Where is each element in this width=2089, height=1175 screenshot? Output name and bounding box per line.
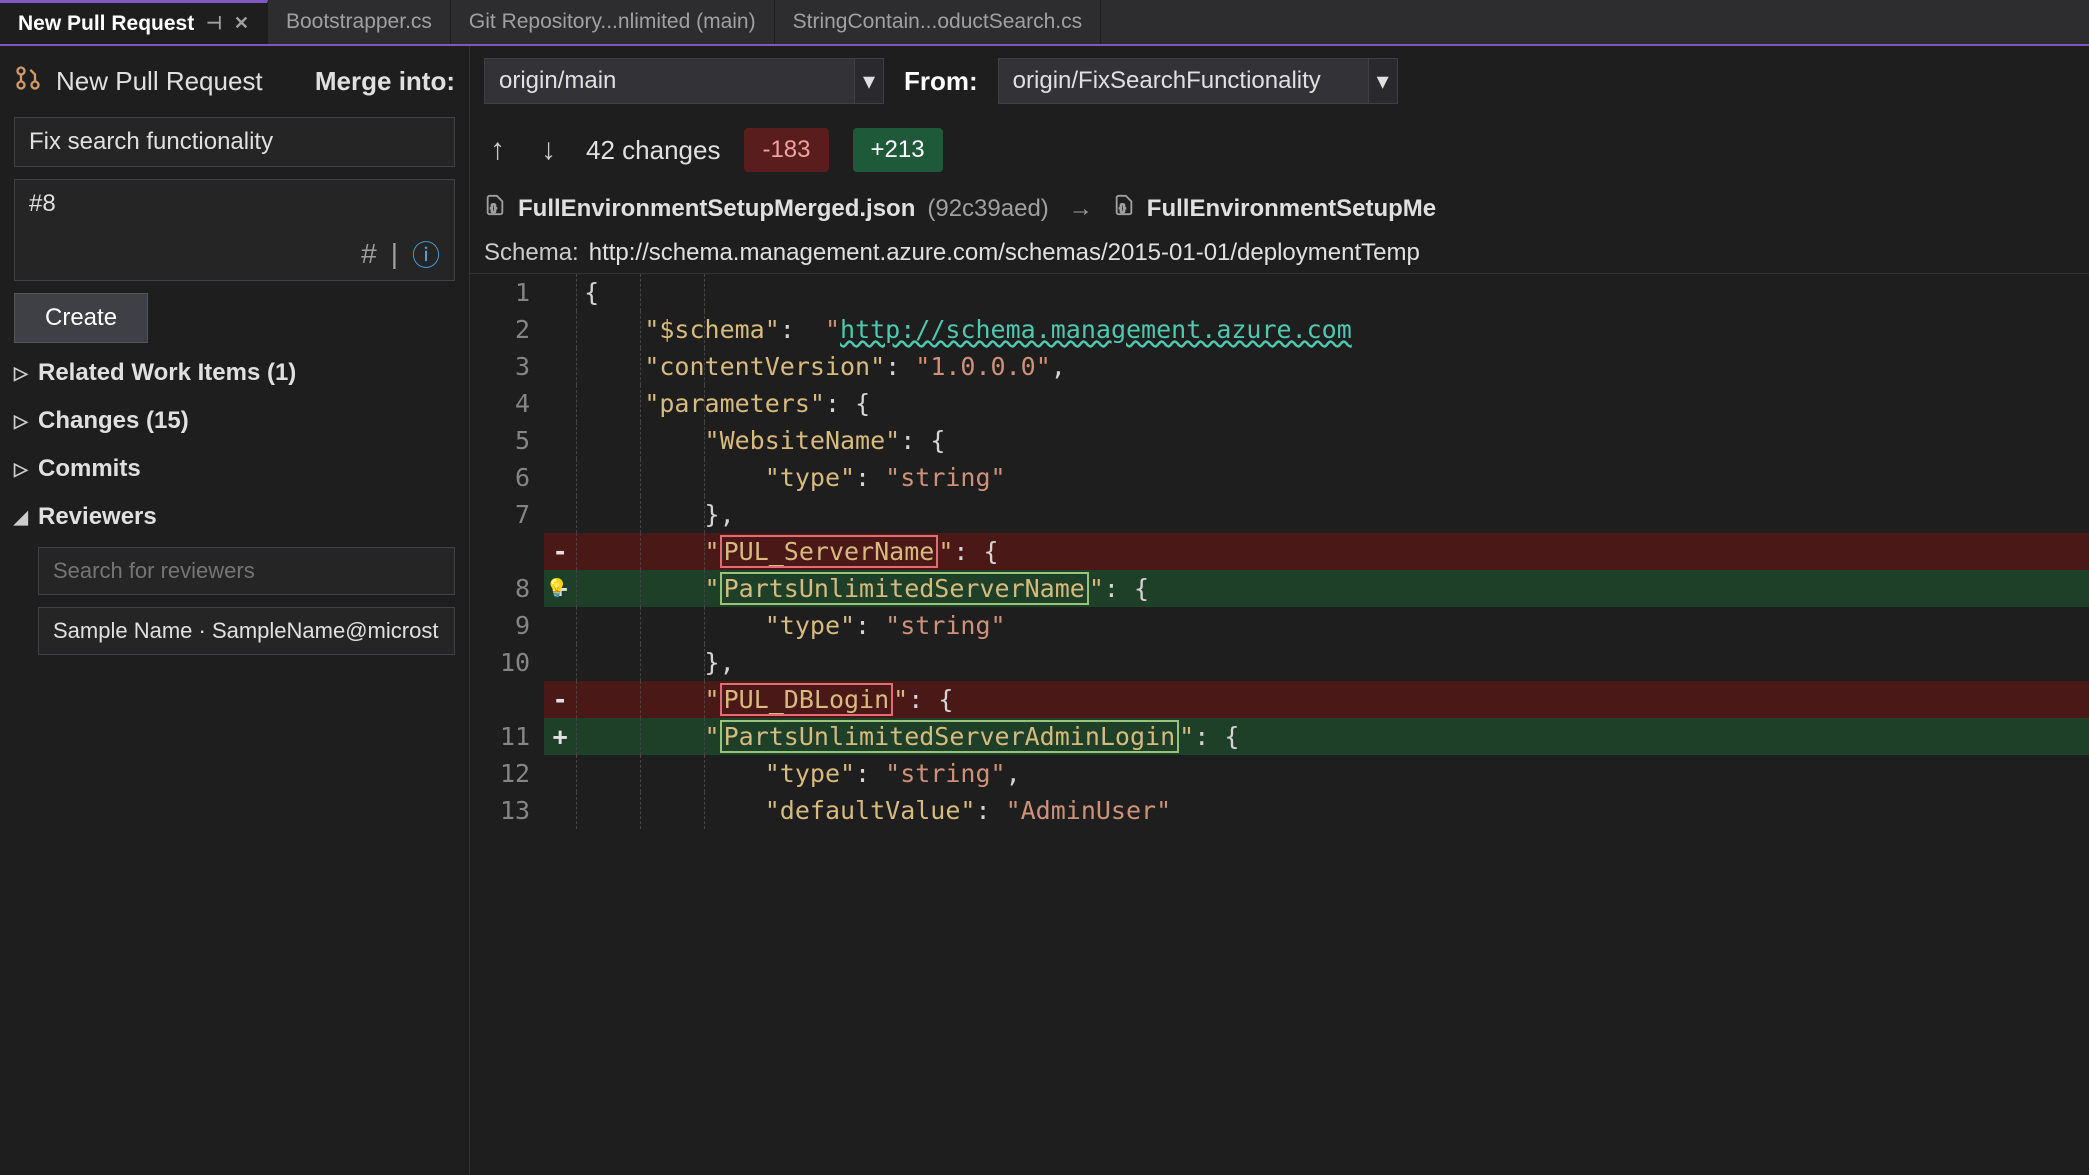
code-line[interactable]: "PUL_DBLogin": { [576, 681, 2089, 718]
section-related-work-items[interactable]: ▷ Related Work Items (1) [14, 355, 455, 391]
close-icon[interactable]: ✕ [234, 13, 249, 34]
section-label: Changes (15) [38, 407, 189, 435]
tab-stringcontain[interactable]: StringContain...oductSearch.cs [775, 0, 1102, 44]
code-line[interactable]: "defaultValue": "AdminUser" [576, 792, 2089, 829]
section-label: Reviewers [38, 503, 157, 531]
tab-label: New Pull Request [18, 12, 194, 36]
chevron-down-icon: ◢ [14, 507, 30, 528]
file-commit: (92c39aed) [927, 195, 1048, 223]
prev-change-button[interactable]: ↑ [484, 133, 511, 167]
schema-label: Schema: [484, 239, 579, 267]
svg-text:{}: {} [490, 203, 496, 213]
tab-bootstrapper[interactable]: Bootstrapper.cs [268, 0, 451, 44]
arrow-right-icon: → [1061, 195, 1101, 223]
from-label: From: [904, 66, 978, 97]
tab-label: Git Repository...nlimited (main) [469, 10, 756, 34]
section-changes[interactable]: ▷ Changes (15) [14, 403, 455, 439]
section-commits[interactable]: ▷ Commits [14, 451, 455, 487]
file-icon: {} [484, 192, 506, 225]
sidebar-title: New Pull Request [56, 66, 263, 97]
schema-url[interactable]: http://schema.management.azure.com/schem… [589, 239, 1420, 267]
pr-description-box[interactable]: #8 # | ⓘ [14, 179, 455, 281]
tab-bar: New Pull Request ⊣ ✕ Bootstrapper.cs Git… [0, 0, 2089, 46]
pr-title-input[interactable] [14, 117, 455, 167]
create-button[interactable]: Create [14, 293, 148, 343]
diff-editor[interactable]: 12345678💡910111213 -+-+ { "$schema": "ht… [470, 274, 2089, 1175]
pin-icon[interactable]: ⊣ [206, 13, 222, 34]
dropdown-value: origin/main [499, 67, 616, 95]
code-line[interactable]: "$schema": "http://schema.management.azu… [576, 311, 2089, 348]
next-change-button[interactable]: ↓ [535, 133, 562, 167]
dropdown-value: origin/FixSearchFunctionality [1013, 67, 1321, 95]
reviewer-item[interactable]: Sample Name · SampleName@microst [38, 607, 455, 655]
code-line[interactable]: }, [576, 496, 2089, 533]
added-badge: +213 [853, 128, 943, 172]
tab-label: StringContain...oductSearch.cs [793, 10, 1083, 34]
file-compare-header: {} FullEnvironmentSetupMerged.json (92c3… [470, 184, 2089, 233]
code-line[interactable]: "PartsUnlimitedServerAdminLogin": { [576, 718, 2089, 755]
code-line[interactable]: "type": "string" [576, 607, 2089, 644]
changes-count: 42 changes [586, 135, 720, 166]
diff-indicator-column: -+-+ [544, 274, 576, 1175]
content-pane: origin/main ▾ From: origin/FixSearchFunc… [470, 46, 2089, 1175]
lightbulb-icon[interactable]: 💡 [546, 573, 568, 604]
removed-badge: -183 [744, 128, 828, 172]
code-line[interactable]: }, [576, 644, 2089, 681]
reviewer-search-input[interactable] [38, 547, 455, 595]
file-icon: {} [1113, 192, 1135, 225]
svg-text:{}: {} [1119, 203, 1125, 213]
file-left-name: FullEnvironmentSetupMerged.json [518, 195, 915, 223]
chevron-right-icon: ▷ [14, 459, 30, 480]
code-line[interactable]: "parameters": { [576, 385, 2089, 422]
section-reviewers[interactable]: ◢ Reviewers [14, 499, 455, 535]
divider: | [391, 238, 398, 270]
sidebar: New Pull Request Merge into: #8 # | ⓘ Cr… [0, 46, 470, 1175]
line-gutter: 12345678💡910111213 [470, 274, 544, 1175]
tab-label: Bootstrapper.cs [286, 10, 432, 34]
code-line[interactable]: "contentVersion": "1.0.0.0", [576, 348, 2089, 385]
code-line[interactable]: "PartsUnlimitedServerName": { [576, 570, 2089, 607]
chevron-down-icon[interactable]: ▾ [1368, 59, 1397, 103]
pr-description-text[interactable]: #8 [15, 180, 454, 228]
chevron-right-icon: ▷ [14, 363, 30, 384]
merge-into-dropdown[interactable]: origin/main ▾ [484, 58, 884, 104]
file-right-name: FullEnvironmentSetupMe [1147, 195, 1436, 223]
chevron-right-icon: ▷ [14, 411, 30, 432]
chevron-down-icon[interactable]: ▾ [854, 59, 883, 103]
code-area[interactable]: { "$schema": "http://schema.management.a… [576, 274, 2089, 1175]
merge-into-label: Merge into: [315, 66, 455, 97]
hash-icon[interactable]: # [361, 238, 377, 270]
code-line[interactable]: "WebsiteName": { [576, 422, 2089, 459]
info-icon[interactable]: ⓘ [412, 234, 440, 274]
section-label: Related Work Items (1) [38, 359, 296, 387]
code-line[interactable]: "PUL_ServerName": { [576, 533, 2089, 570]
tab-new-pull-request[interactable]: New Pull Request ⊣ ✕ [0, 0, 268, 44]
pull-request-icon [14, 64, 42, 99]
section-label: Commits [38, 455, 141, 483]
code-line[interactable]: "type": "string", [576, 755, 2089, 792]
from-dropdown[interactable]: origin/FixSearchFunctionality ▾ [998, 58, 1398, 104]
tab-git-repo[interactable]: Git Repository...nlimited (main) [451, 0, 775, 44]
code-line[interactable]: { [576, 274, 2089, 311]
code-line[interactable]: "type": "string" [576, 459, 2089, 496]
